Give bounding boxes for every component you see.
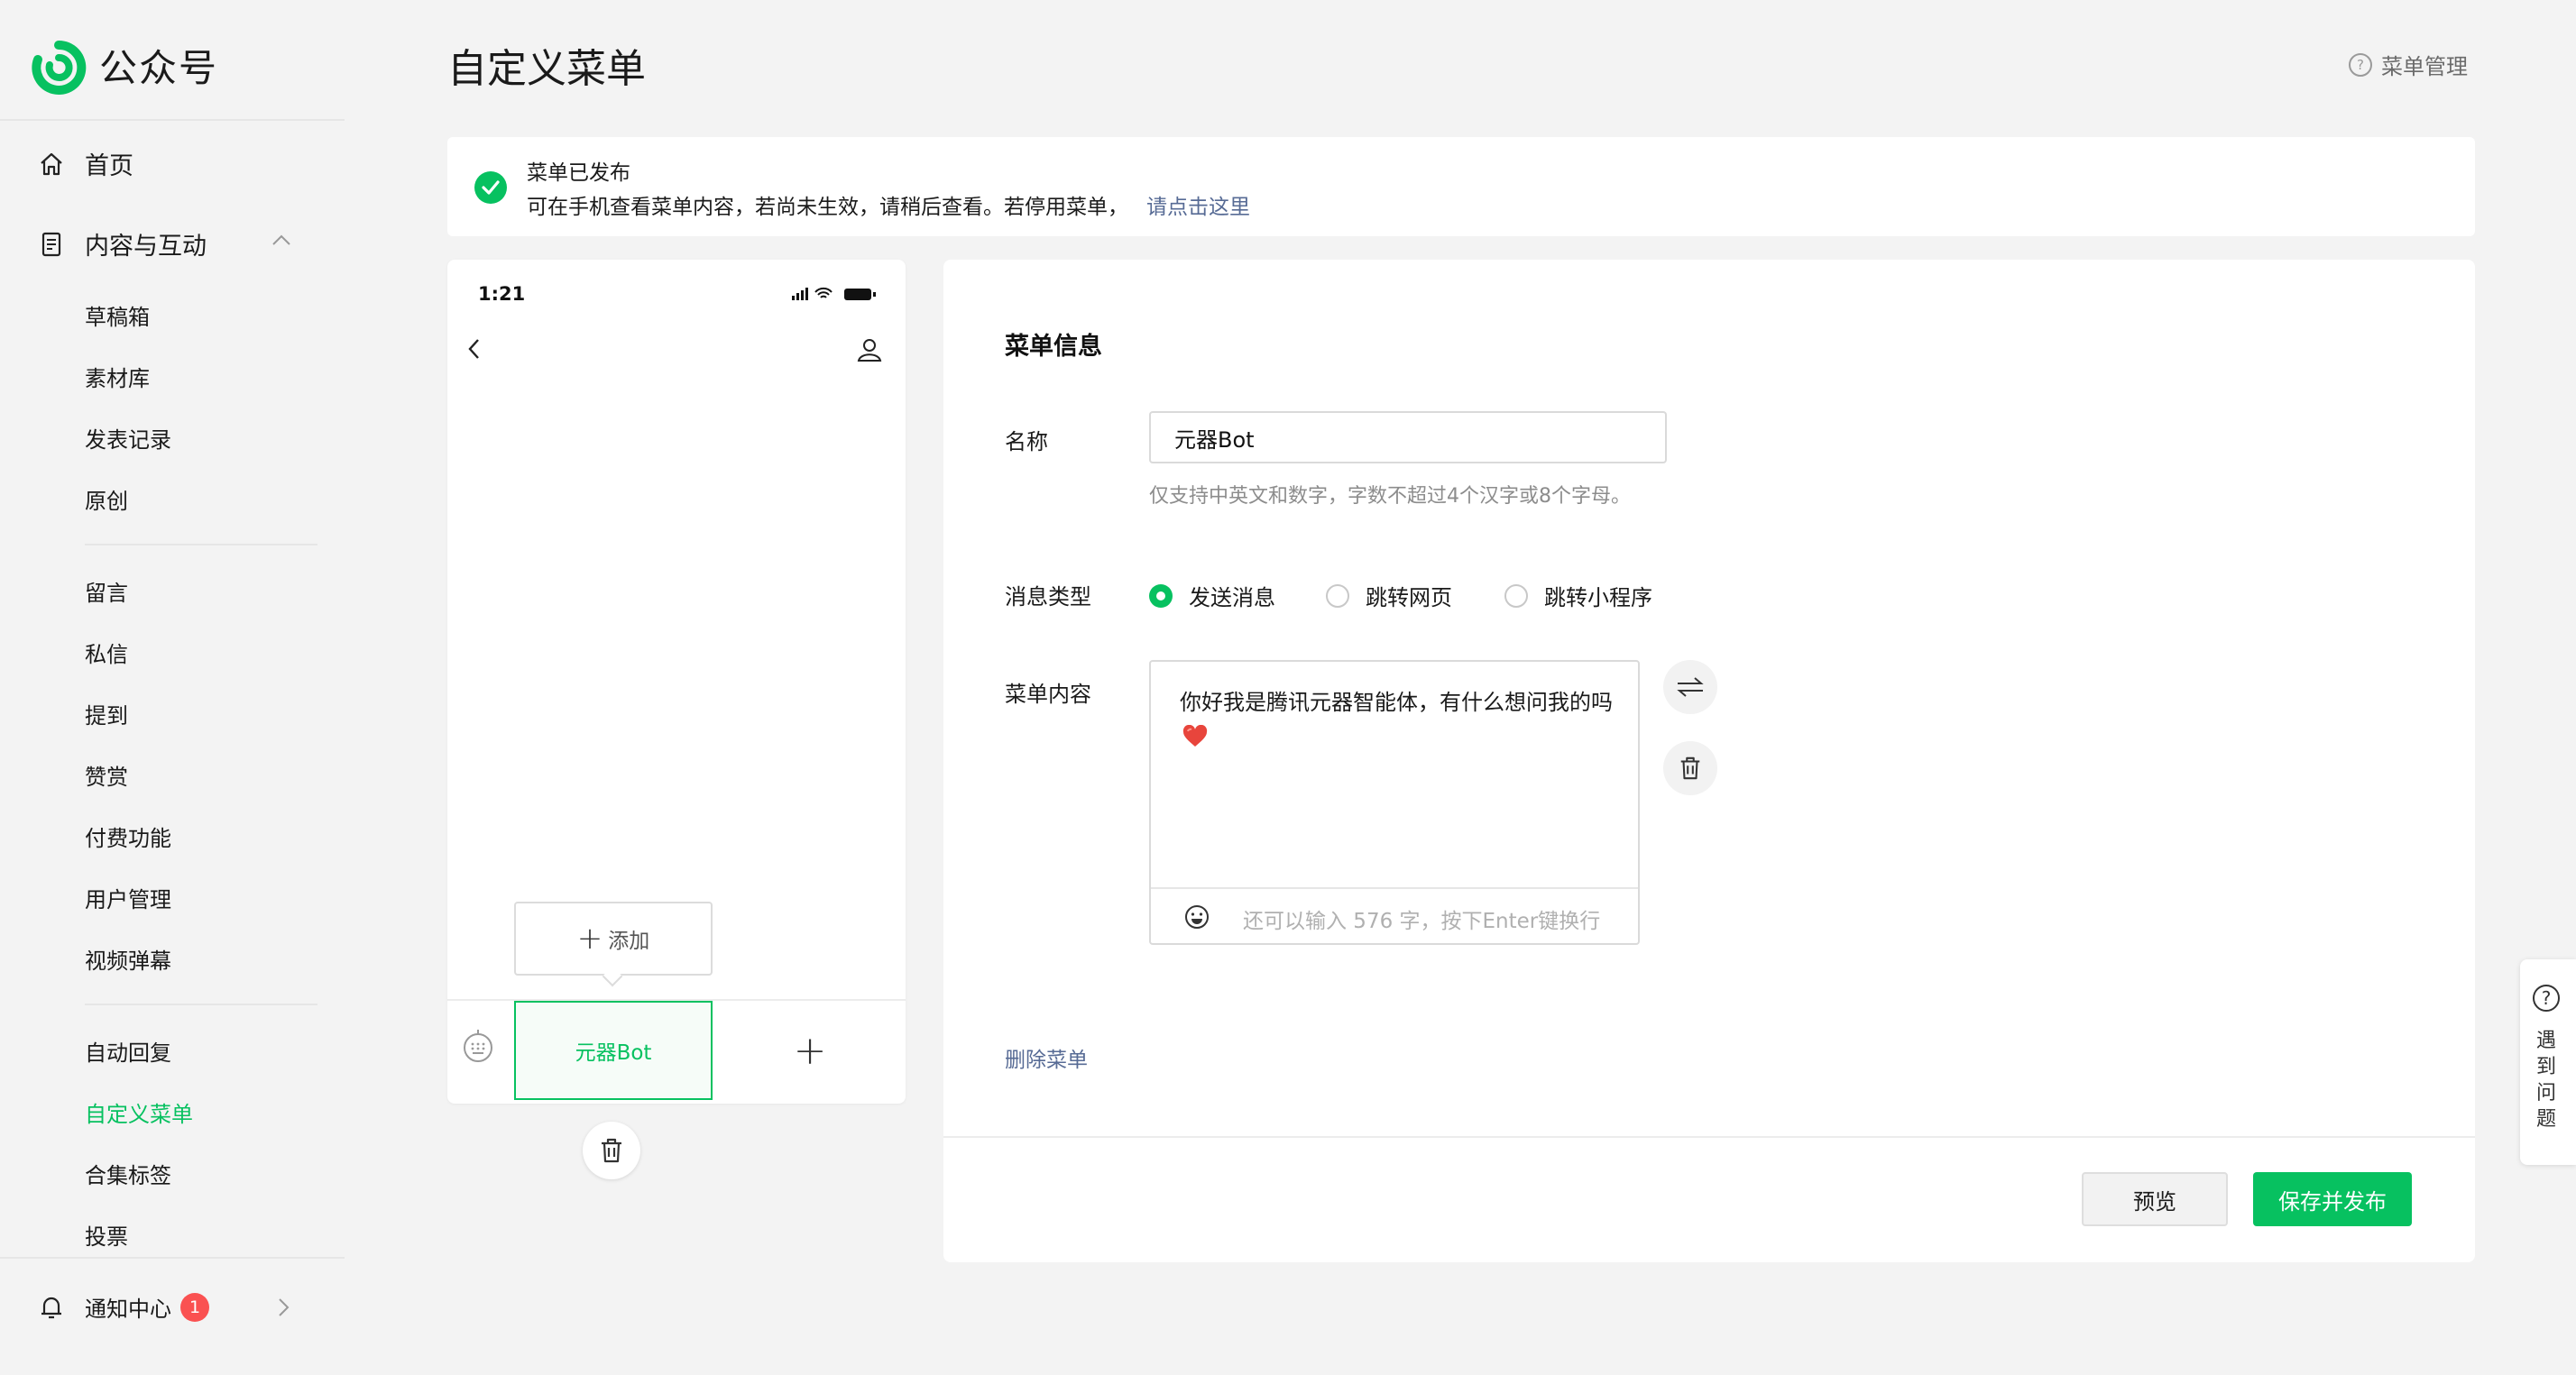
- check-circle-icon: [474, 171, 507, 204]
- notice-description: 可在手机查看菜单内容，若尚未生效，请稍后查看。若停用菜单， 请点击这里: [527, 189, 1250, 220]
- message-type-label: 消息类型: [1005, 584, 1091, 610]
- sidebar: 公众号 首页 内容与互动 草稿箱 素材库 发表记录 原创 留言 私信 提到 赞赏…: [0, 0, 345, 1375]
- back-arrow-icon[interactable]: [464, 335, 485, 362]
- section-title: 菜单信息: [1005, 333, 1102, 361]
- radio-dot: [1326, 583, 1349, 608]
- bell-icon: [36, 1292, 67, 1323]
- notice-desc-text: 可在手机查看菜单内容，若尚未生效，请稍后查看。若停用菜单，: [527, 196, 1128, 219]
- preview-button[interactable]: 预览: [2082, 1172, 2228, 1226]
- chevron-right-icon[interactable]: [276, 1297, 290, 1318]
- sidebar-item-rewards[interactable]: 赞赏: [85, 759, 128, 791]
- swap-icon: [1677, 677, 1704, 697]
- divider: [0, 1257, 345, 1259]
- name-hint: 仅支持中英文和数字，字数不超过4个汉字或8个字母。: [1149, 485, 1631, 508]
- sidebar-item-original[interactable]: 原创: [85, 483, 128, 515]
- menu-management-label: 菜单管理: [2381, 54, 2468, 79]
- plus-icon: +: [793, 1027, 827, 1074]
- status-bar-icons: [792, 287, 876, 300]
- keyboard-icon[interactable]: [462, 1028, 494, 1064]
- radio-label: 发送消息: [1189, 585, 1275, 610]
- menu-content-editor[interactable]: 你好我是腾讯元器智能体，有什么想问我的吗 还可以输入 576 字，按下Enter…: [1149, 660, 1640, 945]
- emoji-icon[interactable]: [1183, 903, 1210, 930]
- radio-dot: [1504, 583, 1528, 608]
- name-label: 名称: [1005, 429, 1048, 454]
- sidebar-item-auto-reply[interactable]: 自动回复: [85, 1035, 171, 1067]
- radio-open-miniprogram[interactable]: 跳转小程序: [1504, 580, 1652, 611]
- add-menu-button[interactable]: +: [714, 1001, 906, 1100]
- delete-content-button[interactable]: [1663, 741, 1717, 795]
- content-text: 你好我是腾讯元器智能体，有什么想问我的吗: [1180, 690, 1613, 715]
- status-time: 1:21: [478, 283, 526, 305]
- divider: [85, 544, 317, 545]
- menu-item-yuanqi-bot[interactable]: 元器Bot: [514, 1001, 713, 1100]
- sidebar-item-user-management[interactable]: 用户管理: [85, 882, 171, 913]
- document-icon: [36, 229, 67, 260]
- chevron-up-icon[interactable]: [271, 233, 292, 247]
- radio-open-webpage[interactable]: 跳转网页: [1326, 580, 1452, 611]
- plus-icon: +: [576, 921, 603, 957]
- radio-label: 跳转网页: [1366, 585, 1452, 610]
- delete-menu-link[interactable]: 删除菜单: [1005, 1042, 1088, 1073]
- sidebar-item-drafts[interactable]: 草稿箱: [85, 299, 150, 331]
- profile-icon[interactable]: [855, 335, 884, 364]
- divider: [85, 1004, 317, 1005]
- menu-edit-panel: 菜单信息 名称 仅支持中英文和数字，字数不超过4个汉字或8个字母。 消息类型 发…: [943, 260, 2475, 1262]
- trash-icon: [602, 1138, 621, 1163]
- sidebar-item-publish-records[interactable]: 发表记录: [85, 422, 171, 454]
- menu-content-textarea[interactable]: 你好我是腾讯元器智能体，有什么想问我的吗: [1180, 685, 1613, 754]
- swap-menu-button[interactable]: [1663, 660, 1717, 714]
- help-float-button[interactable]: ? 遇到问题: [2520, 959, 2576, 1165]
- notification-badge: 1: [180, 1292, 209, 1322]
- notification-label: 通知中心: [85, 1297, 171, 1322]
- nav-content-group-label: 内容与互动: [85, 233, 207, 261]
- divider: [943, 1136, 2475, 1138]
- sidebar-item-comments[interactable]: 留言: [85, 575, 128, 607]
- delete-menu-trash-button[interactable]: [583, 1122, 640, 1179]
- help-text: 遇到问题: [2536, 1030, 2557, 1131]
- divider: [1151, 887, 1638, 889]
- add-submenu-label: 添加: [608, 930, 650, 953]
- trash-icon: [1680, 756, 1700, 780]
- add-submenu-button[interactable]: + 添加: [514, 902, 713, 976]
- sidebar-item-messages[interactable]: 私信: [85, 637, 128, 668]
- radio-label: 跳转小程序: [1544, 585, 1652, 610]
- divider: [0, 119, 345, 121]
- phone-preview: 1:21 + 添加 元器Bot +: [447, 260, 906, 1104]
- sidebar-item-custom-menu[interactable]: 自定义菜单: [85, 1096, 193, 1128]
- disable-menu-link[interactable]: 请点击这里: [1146, 196, 1250, 219]
- nav-home[interactable]: 首页: [0, 146, 133, 181]
- radio-dot: [1149, 583, 1173, 608]
- home-icon: [36, 149, 67, 179]
- sidebar-item-video-danmaku[interactable]: 视频弹幕: [85, 943, 171, 975]
- save-and-publish-button[interactable]: 保存并发布: [2253, 1172, 2412, 1226]
- menu-management-link[interactable]: ? 菜单管理: [2349, 49, 2468, 80]
- menu-name-input[interactable]: [1149, 411, 1667, 463]
- help-circle-icon: ?: [2349, 52, 2372, 77]
- char-counter: 还可以输入 576 字，按下Enter键换行: [1243, 910, 1601, 933]
- page-title: 自定义菜单: [447, 46, 646, 92]
- menu-content-label: 菜单内容: [1005, 682, 1091, 707]
- app-name: 公众号: [99, 46, 219, 90]
- nav-content-group[interactable]: 内容与互动: [0, 226, 207, 261]
- sidebar-item-mentions[interactable]: 提到: [85, 698, 128, 729]
- question-icon: ?: [2533, 985, 2560, 1012]
- radio-send-message[interactable]: 发送消息: [1149, 580, 1275, 611]
- publish-notice: 菜单已发布 可在手机查看菜单内容，若尚未生效，请稍后查看。若停用菜单， 请点击这里: [447, 137, 2475, 236]
- sidebar-item-materials[interactable]: 素材库: [85, 361, 150, 392]
- sidebar-item-paid-features[interactable]: 付费功能: [85, 820, 171, 852]
- sidebar-item-vote[interactable]: 投票: [85, 1219, 128, 1251]
- sidebar-item-collection-tags[interactable]: 合集标签: [85, 1158, 171, 1189]
- nav-home-label: 首页: [85, 152, 133, 180]
- wechat-official-logo-icon: [32, 40, 87, 95]
- notice-title: 菜单已发布: [527, 161, 630, 185]
- nav-notification-center[interactable]: 通知中心 1: [0, 1291, 209, 1323]
- heart-emoji-icon: [1182, 724, 1208, 747]
